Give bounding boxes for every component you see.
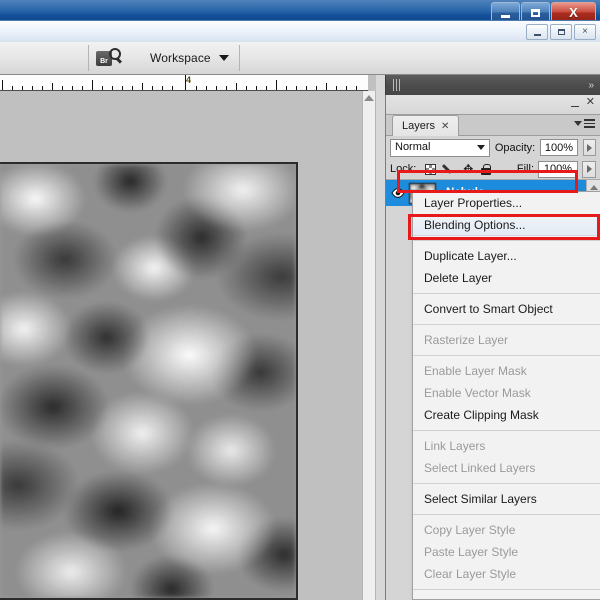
chevron-down-icon (218, 55, 229, 61)
opacity-input[interactable]: 100% (540, 139, 578, 156)
layer-visibility-toggle[interactable] (388, 188, 408, 198)
menu-item-layer-properties[interactable]: Layer Properties... (413, 192, 600, 214)
fill-group: Fill: 100% (516, 160, 596, 178)
menu-item-blending-options[interactable]: Blending Options... (413, 214, 600, 236)
options-bar-left-spacer (0, 42, 88, 75)
lock-label: Lock: (390, 163, 417, 175)
options-bar-separator-2 (238, 45, 240, 71)
menu-separator (413, 589, 600, 590)
menu-item-link-layers: Link Layers (424, 439, 486, 453)
lock-all-icon[interactable] (481, 163, 492, 175)
menu-separator (413, 355, 600, 356)
blend-mode-value: Normal (395, 141, 431, 153)
scroll-up-icon[interactable] (589, 185, 598, 190)
ruler-number: 4 (186, 75, 192, 85)
workspace-button[interactable]: Workspace (128, 42, 239, 75)
blend-mode-row: Normal Opacity: 100% (386, 136, 600, 159)
opacity-slider-button[interactable] (582, 139, 596, 156)
panel-close-icon[interactable]: ✕ (586, 97, 595, 108)
close-icon: X (569, 5, 578, 20)
menu-item-copy-layer-style: Copy Layer Style (424, 523, 516, 537)
menu-item-duplicate-layer[interactable]: Duplicate Layer... (413, 245, 600, 267)
bridge-button[interactable]: Br (89, 42, 128, 75)
maximize-icon (531, 8, 540, 17)
lock-position-icon[interactable]: ✥ (462, 163, 474, 175)
bridge-icon: Br (96, 47, 121, 69)
panel-tab-row: Layers ✕ (386, 115, 600, 136)
blend-mode-select[interactable]: Normal (390, 138, 490, 157)
menu-item-merge-down[interactable]: Merge Down (413, 594, 600, 599)
panel-dock-bar[interactable]: » (385, 75, 600, 95)
canvas-work-area[interactable] (0, 91, 362, 600)
play-triangle-icon (586, 165, 592, 173)
dock-expand-icon[interactable]: » (588, 80, 593, 91)
panel-gap-strip (376, 75, 385, 600)
menu-item-convert-to-smart-object[interactable]: Convert to Smart Object (413, 298, 600, 320)
panel-menu-button[interactable] (574, 119, 595, 128)
canvas-vertical-scrollbar[interactable] (362, 91, 376, 600)
menu-item-enable-vector-mask: Enable Vector Mask (424, 386, 531, 400)
menu-item-clear-layer-style: Clear Layer Style (424, 567, 517, 581)
document-canvas[interactable] (0, 162, 298, 600)
document-restore-icon (557, 29, 565, 35)
document-restore-button[interactable] (550, 24, 572, 40)
menu-item-paste-layer-style: Paste Layer Style (424, 545, 519, 559)
workspace-label: Workspace (150, 51, 211, 65)
lock-image-pixels-icon[interactable] (443, 163, 455, 175)
document-window-controls: × (526, 24, 596, 40)
menu-item-enable-layer-mask: Enable Layer Mask (424, 364, 527, 378)
minimize-icon (501, 14, 510, 18)
menu-separator (413, 324, 600, 325)
nebula-cloud-artwork (0, 164, 296, 598)
panel-controls: ✕ (570, 97, 595, 108)
menu-separator (413, 293, 600, 294)
menu-separator (413, 240, 600, 241)
lock-transparent-pixels-icon[interactable] (425, 163, 437, 175)
panel-menu-lines-icon (584, 119, 595, 128)
chevron-down-icon (476, 145, 485, 150)
tab-layers-label: Layers (402, 120, 436, 132)
dock-grip-icon[interactable] (393, 79, 400, 91)
menu-item-create-clipping-mask[interactable]: Create Clipping Mask (413, 404, 600, 426)
menu-item-select-linked-layers: Select Linked Layers (424, 461, 536, 475)
document-window-bar (0, 20, 600, 42)
fill-slider-button[interactable] (582, 160, 596, 178)
panel-minimize-icon[interactable] (570, 105, 579, 107)
menu-separator (413, 430, 600, 431)
menu-item-select-similar-layers[interactable]: Select Similar Layers (413, 488, 600, 510)
scroll-up-icon[interactable] (364, 95, 374, 101)
tab-layers[interactable]: Layers ✕ (392, 115, 460, 136)
document-minimize-icon (533, 33, 541, 36)
menu-separator (413, 514, 600, 515)
menu-item-delete-layer[interactable]: Delete Layer (413, 267, 600, 289)
document-close-button[interactable]: × (574, 24, 596, 40)
options-bar: Br Workspace (0, 42, 600, 75)
opacity-value: 100% (544, 141, 574, 154)
play-triangle-icon (586, 143, 592, 152)
fill-label: Fill: (516, 163, 534, 175)
document-minimize-button[interactable] (526, 24, 548, 40)
panel-menu-triangle-icon (574, 120, 582, 126)
tab-close-icon[interactable]: ✕ (441, 121, 449, 132)
document-close-icon: × (582, 26, 588, 37)
eye-icon (391, 188, 405, 198)
fill-input[interactable]: 100% (538, 160, 578, 178)
photoshop-window: X × Br Workspace 4 » ✕ Layers ✕ Normal O… (0, 0, 600, 600)
opacity-label: Opacity: (494, 141, 536, 154)
lock-icon-group: ✥ (425, 163, 492, 175)
layer-context-menu: Layer Properties... Blending Options... Du… (412, 191, 600, 600)
fill-value: 100% (543, 163, 573, 175)
horizontal-ruler[interactable]: 4 (0, 75, 368, 91)
magnifier-icon (109, 47, 121, 60)
lock-row: Lock: ✥ Fill: 100% (386, 159, 600, 180)
menu-separator (413, 483, 600, 484)
menu-item-rasterize-layer: Rasterize Layer (424, 333, 509, 347)
panel-title-bar: ✕ (386, 95, 600, 115)
